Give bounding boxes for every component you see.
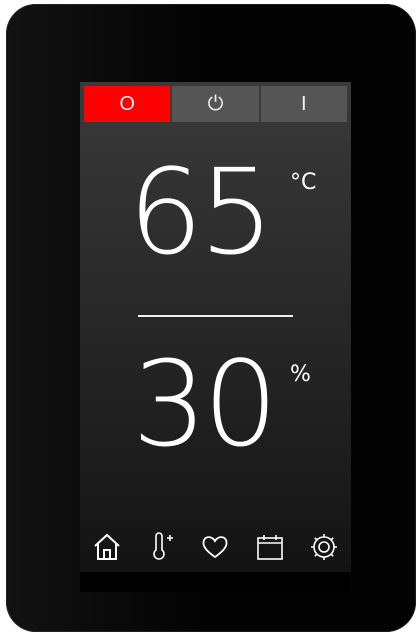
humidity-unit: % bbox=[290, 362, 311, 387]
temperature-unit: °C bbox=[290, 170, 317, 195]
divider bbox=[138, 315, 293, 317]
mode-bar: O ⏻ I bbox=[84, 86, 347, 122]
temperature-value[interactable]: 65 bbox=[128, 152, 274, 272]
heart-icon[interactable] bbox=[198, 530, 232, 564]
mode-on-button[interactable]: I bbox=[260, 86, 347, 122]
bottom-nav bbox=[80, 522, 351, 572]
touch-screen: O ⏻ I 65 °C 30 % bbox=[80, 82, 351, 592]
humidity-value[interactable]: 30 bbox=[132, 344, 278, 464]
home-icon[interactable] bbox=[90, 530, 124, 564]
screen-bottom-edge bbox=[80, 572, 351, 592]
calendar-icon[interactable] bbox=[253, 530, 287, 564]
thermometer-plus-icon[interactable] bbox=[144, 530, 178, 564]
gear-icon[interactable] bbox=[307, 530, 341, 564]
mode-standby-button[interactable]: ⏻ bbox=[172, 86, 261, 122]
mode-off-button[interactable]: O bbox=[84, 86, 173, 122]
